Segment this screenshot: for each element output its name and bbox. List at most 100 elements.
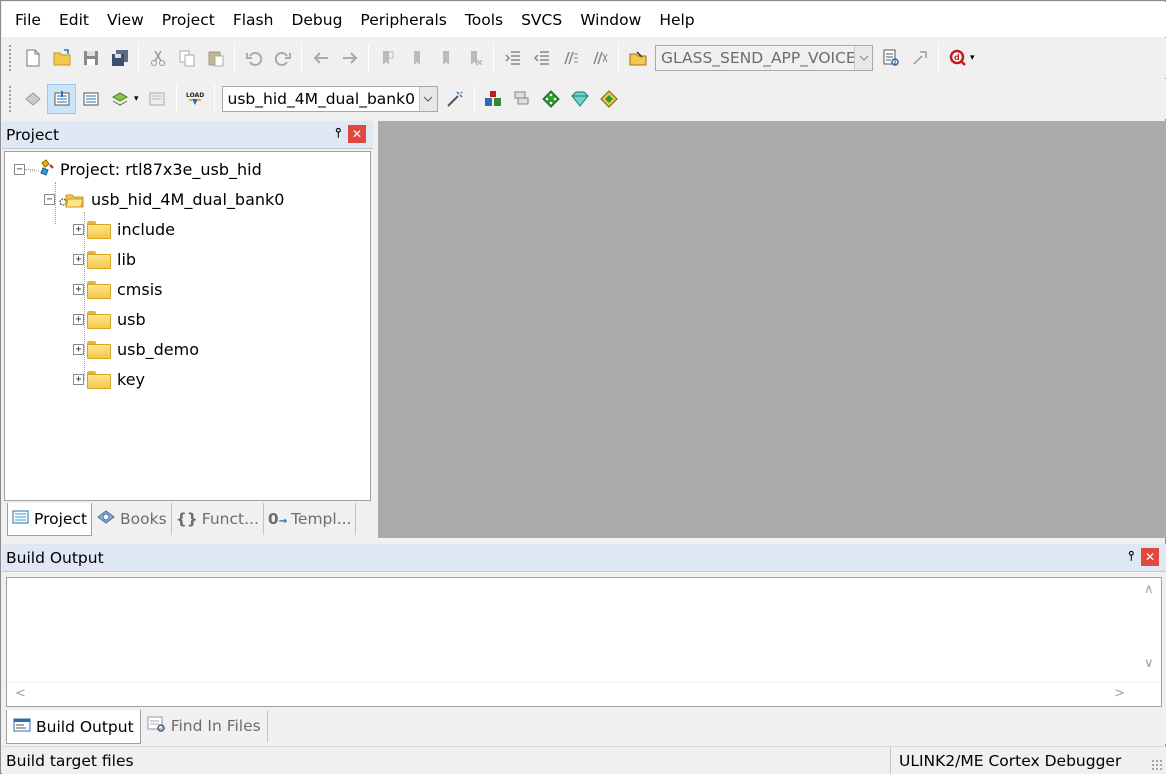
tree-group-lib[interactable]: + lib [73, 247, 136, 271]
scroll-down-icon[interactable]: ∨ [1144, 656, 1154, 671]
project-tree: − Project: rtl87x3e_usb_hid − usb_hid_4M… [4, 151, 371, 501]
navigate-forward-icon[interactable] [335, 43, 364, 73]
new-file-icon[interactable] [18, 43, 47, 73]
menu-edit[interactable]: Edit [50, 7, 98, 33]
stop-build-icon[interactable] [143, 84, 172, 114]
scroll-right-icon[interactable]: > [1114, 686, 1125, 701]
find-in-files-icon[interactable] [623, 43, 652, 73]
vertical-scrollbar[interactable]: ∧ ∨ [1139, 578, 1161, 682]
folder-icon [87, 221, 111, 239]
tab-find-in-files-label: Find In Files [170, 717, 261, 735]
comment-icon[interactable] [556, 43, 585, 73]
debug-session-icon[interactable]: d [943, 43, 972, 73]
download-icon[interactable]: LOAD [181, 84, 210, 114]
scroll-up-icon[interactable]: ∧ [1144, 582, 1154, 597]
target-options-icon[interactable] [441, 84, 470, 114]
bookmark-insert-icon[interactable] [373, 43, 402, 73]
copy-icon[interactable] [172, 43, 201, 73]
toolbar-separator [493, 44, 494, 72]
target-select[interactable]: usb_hid_4M_dual_bank0 [221, 86, 438, 112]
tree-group-usb[interactable]: + usb [73, 307, 146, 331]
tree-group-cmsis[interactable]: + cmsis [73, 277, 163, 301]
build-output-title: Build Output ⫯ ✕ [2, 544, 1166, 572]
toolbar-separator [938, 44, 939, 72]
menu-file[interactable]: File [6, 7, 50, 33]
chevron-down-icon[interactable] [854, 46, 872, 70]
tab-books[interactable]: Books [92, 503, 172, 535]
manage-multi-project-icon[interactable] [508, 84, 537, 114]
resize-grip[interactable] [1151, 759, 1163, 771]
menu-flash[interactable]: Flash [224, 7, 283, 33]
navigate-back-icon[interactable] [306, 43, 335, 73]
expand-icon[interactable]: + [73, 253, 84, 265]
cut-icon[interactable] [143, 43, 172, 73]
toolbar-separator [301, 44, 302, 72]
tree-root[interactable]: − Project: rtl87x3e_usb_hid [14, 157, 262, 181]
close-icon[interactable]: ✕ [348, 125, 366, 143]
find-combo[interactable]: GLASS_SEND_APP_VOICE [655, 45, 873, 71]
toolbar-grip[interactable] [8, 44, 12, 72]
expand-icon[interactable]: + [73, 283, 84, 295]
manage-run-time-environment-icon[interactable] [537, 84, 566, 114]
folder-icon [87, 281, 111, 299]
chevron-down-icon[interactable]: ▾ [134, 94, 139, 104]
translate-icon[interactable] [18, 84, 47, 114]
undo-icon[interactable] [239, 43, 268, 73]
build-output-text[interactable]: ∧ ∨ < > [6, 577, 1162, 707]
chevron-down-icon[interactable] [418, 87, 437, 111]
horizontal-scrollbar[interactable]: < > [7, 682, 1161, 706]
unindent-icon[interactable] [527, 43, 556, 73]
menu-view[interactable]: View [98, 7, 153, 33]
tree-group-key[interactable]: + key [73, 367, 145, 391]
expand-icon[interactable]: + [73, 223, 84, 235]
select-software-packs-icon[interactable] [566, 84, 595, 114]
rebuild-icon[interactable] [76, 84, 105, 114]
bookmark-clear-icon[interactable] [460, 43, 489, 73]
expand-icon[interactable]: + [73, 313, 84, 325]
collapse-icon[interactable]: − [44, 193, 55, 205]
tree-group-include[interactable]: + include [73, 217, 175, 241]
tree-target[interactable]: − usb_hid_4M_dual_bank0 [44, 187, 284, 211]
batch-build-icon[interactable] [105, 84, 134, 114]
find-icon[interactable] [876, 43, 905, 73]
tab-find-in-files[interactable]: Find In Files [141, 710, 268, 742]
scroll-left-icon[interactable]: < [15, 686, 26, 701]
menu-debug[interactable]: Debug [282, 7, 351, 33]
expand-icon[interactable]: + [73, 373, 84, 385]
functions-icon: {} [175, 510, 198, 528]
group-label: include [117, 219, 175, 239]
paste-icon[interactable] [201, 43, 230, 73]
indent-icon[interactable] [498, 43, 527, 73]
tree-group-usb-demo[interactable]: + usb_demo [73, 337, 199, 361]
open-folder-icon[interactable] [47, 43, 76, 73]
incremental-find-icon[interactable] [905, 43, 934, 73]
uncomment-icon[interactable] [585, 43, 614, 73]
redo-icon[interactable] [268, 43, 297, 73]
expand-icon[interactable]: + [73, 343, 84, 355]
menu-svcs[interactable]: SVCS [512, 7, 571, 33]
chevron-down-icon[interactable]: ▾ [970, 53, 975, 63]
tab-build-output[interactable]: Build Output [6, 710, 141, 744]
menu-window[interactable]: Window [571, 7, 650, 33]
save-icon[interactable] [76, 43, 105, 73]
manage-project-items-icon[interactable] [479, 84, 508, 114]
menu-project[interactable]: Project [153, 7, 224, 33]
tab-functions[interactable]: {} Funct... [172, 503, 264, 535]
collapse-icon[interactable]: − [14, 163, 25, 175]
bookmark-previous-icon[interactable] [402, 43, 431, 73]
menu-help[interactable]: Help [650, 7, 703, 33]
file-toolbar: GLASS_SEND_APP_VOICE d ▾ [2, 38, 1166, 78]
menu-tools[interactable]: Tools [456, 7, 512, 33]
pack-installer-icon[interactable] [595, 84, 624, 114]
pin-icon[interactable]: ⫯ [335, 126, 341, 141]
save-all-icon[interactable] [105, 43, 134, 73]
tab-templates[interactable]: 0→ Templ... [264, 503, 357, 535]
close-icon[interactable]: ✕ [1141, 548, 1159, 566]
menu-peripherals[interactable]: Peripherals [351, 7, 455, 33]
pin-icon[interactable]: ⫯ [1128, 549, 1134, 564]
templates-icon: 0→ [267, 510, 288, 528]
toolbar-grip[interactable] [8, 85, 12, 113]
bookmark-next-icon[interactable] [431, 43, 460, 73]
tab-project[interactable]: Project [7, 503, 93, 536]
build-icon[interactable] [47, 84, 76, 114]
